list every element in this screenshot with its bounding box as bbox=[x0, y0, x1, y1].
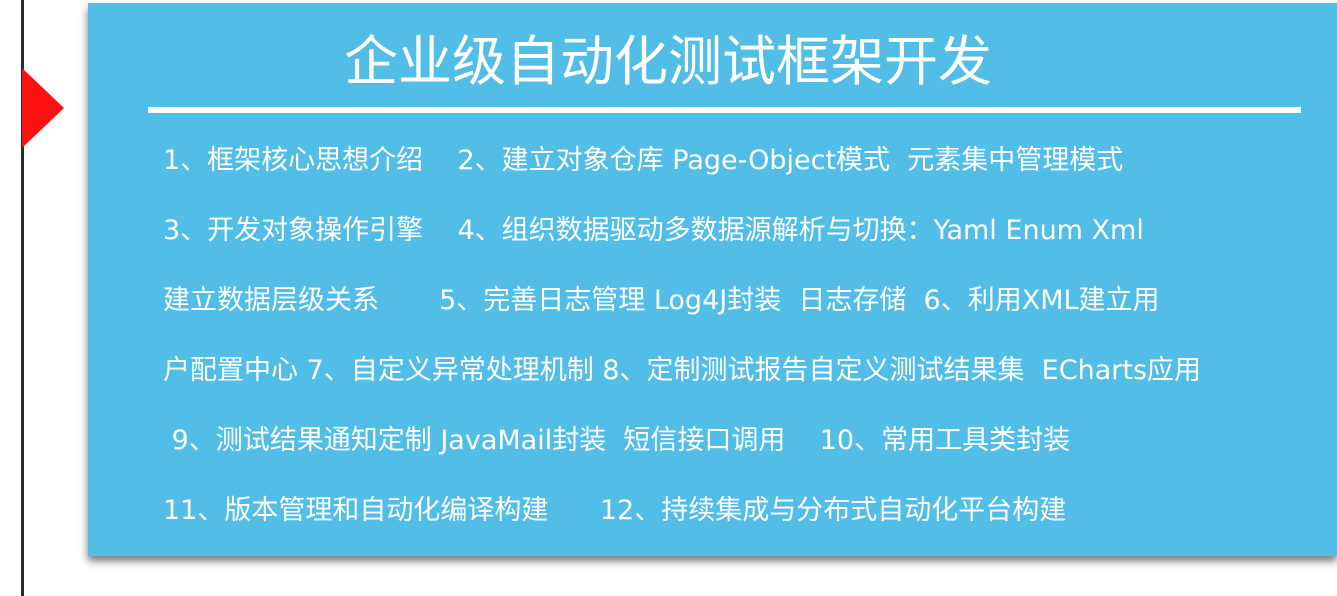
course-outline-panel: 企业级自动化测试框架开发 1、框架核心思想介绍 2、建立对象仓库 Page-Ob… bbox=[88, 3, 1337, 556]
outline-line-4: 户配置中心 7、自定义异常处理机制 8、定制测试报告自定义测试结果集 EChar… bbox=[163, 355, 1202, 386]
outline-line-1: 1、框架核心思想介绍 2、建立对象仓库 Page-Object模式 元素集中管理… bbox=[163, 145, 1124, 176]
red-arrow-marker-icon bbox=[22, 68, 64, 148]
outline-line-3: 建立数据层级关系 5、完善日志管理 Log4J封装 日志存储 6、利用XML建立… bbox=[163, 285, 1160, 316]
slide-stage: 企业级自动化测试框架开发 1、框架核心思想介绍 2、建立对象仓库 Page-Ob… bbox=[0, 0, 1337, 596]
outline-line-6: 11、版本管理和自动化编译构建 12、持续集成与分布式自动化平台构建 bbox=[163, 495, 1067, 526]
outline-line-5: 9、测试结果通知定制 JavaMail封装 短信接口调用 10、常用工具类封装 bbox=[163, 425, 1071, 456]
title-underline-divider bbox=[148, 107, 1301, 113]
outline-line-2: 3、开发对象操作引擎 4、组织数据驱动多数据源解析与切换：Yaml Enum X… bbox=[163, 215, 1144, 246]
panel-title: 企业级自动化测试框架开发 bbox=[344, 30, 992, 93]
